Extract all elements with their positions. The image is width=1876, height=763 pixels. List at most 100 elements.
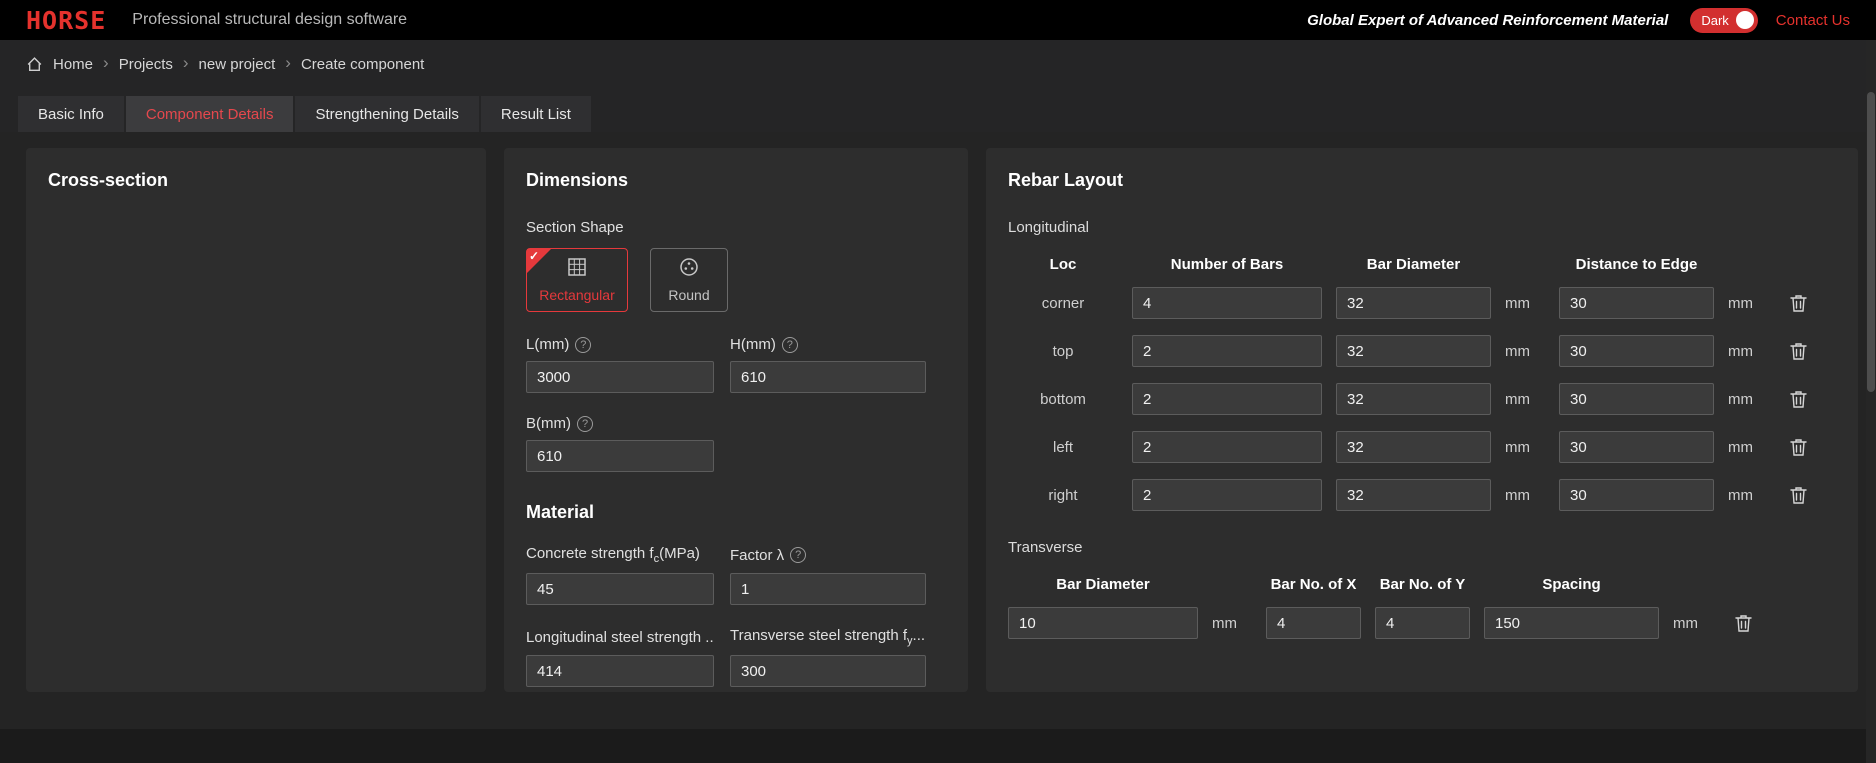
unit-mm-label: mm <box>1728 487 1768 504</box>
row-loc-label: top <box>1008 343 1118 360</box>
transverse-section-label: Transverse <box>1008 539 1836 556</box>
width-input[interactable] <box>526 440 714 472</box>
col-header-number-of-bars: Number of Bars <box>1132 256 1322 273</box>
unit-mm-label: mm <box>1673 615 1713 632</box>
distance-to-edge-input[interactable] <box>1559 287 1714 319</box>
bar-diameter-input[interactable] <box>1336 287 1491 319</box>
longitudinal-row-bottom: bottom mm mm <box>1008 383 1836 415</box>
rectangular-label: Rectangular <box>539 287 615 303</box>
theme-toggle[interactable]: Dark <box>1690 8 1757 33</box>
length-input[interactable] <box>526 361 714 393</box>
delete-row-button[interactable] <box>1782 292 1814 315</box>
transverse-steel-strength-label: Transverse steel strength fy... <box>730 627 926 647</box>
contact-us-link[interactable]: Contact Us <box>1776 12 1850 29</box>
longitudinal-steel-strength-input[interactable] <box>526 655 714 687</box>
bar-no-x-input[interactable] <box>1266 607 1361 639</box>
tab-basic-info[interactable]: Basic Info <box>18 96 124 132</box>
bar-no-y-input[interactable] <box>1375 607 1470 639</box>
bar-diameter-input[interactable] <box>1336 335 1491 367</box>
transverse-bar-diameter-input[interactable] <box>1008 607 1198 639</box>
concrete-strength-input[interactable] <box>526 573 714 605</box>
help-icon[interactable]: ? <box>577 416 593 432</box>
material-title: Material <box>526 502 946 523</box>
breadcrumb-item-create-component[interactable]: Create component <box>301 56 424 73</box>
breadcrumb-item-projects[interactable]: Projects <box>119 56 173 73</box>
longitudinal-row-left: left mm mm <box>1008 431 1836 463</box>
bar-diameter-input[interactable] <box>1336 431 1491 463</box>
tab-bar: Basic Info Component Details Strengtheni… <box>0 88 1876 132</box>
delete-row-button[interactable] <box>1782 436 1814 459</box>
delete-row-button[interactable] <box>1782 388 1814 411</box>
row-loc-label: left <box>1008 439 1118 456</box>
rebar-layout-panel: Rebar Layout Longitudinal Loc Number of … <box>986 148 1858 692</box>
theme-toggle-label: Dark <box>1701 13 1728 28</box>
unit-mm-label: mm <box>1505 295 1545 312</box>
longitudinal-table-header: Loc Number of Bars Bar Diameter Distance… <box>1008 256 1836 273</box>
tab-result-list[interactable]: Result List <box>481 96 591 132</box>
shape-round-button[interactable]: Round <box>650 248 728 312</box>
unit-mm-label: mm <box>1505 439 1545 456</box>
cross-section-title: Cross-section <box>48 170 464 191</box>
theme-toggle-knob <box>1736 11 1754 29</box>
delete-row-button[interactable] <box>1782 484 1814 507</box>
breadcrumb-item-new-project[interactable]: new project <box>199 56 276 73</box>
breadcrumb-separator: › <box>285 53 291 73</box>
height-input[interactable] <box>730 361 926 393</box>
number-of-bars-input[interactable] <box>1132 383 1322 415</box>
row-loc-label: corner <box>1008 295 1118 312</box>
help-icon[interactable]: ? <box>782 337 798 353</box>
vertical-scrollbar[interactable] <box>1866 40 1876 763</box>
col-header-bar-no-y: Bar No. of Y <box>1375 576 1470 593</box>
cross-section-panel: Cross-section <box>26 148 486 692</box>
distance-to-edge-input[interactable] <box>1559 479 1714 511</box>
transverse-steel-strength-input[interactable] <box>730 655 926 687</box>
unit-mm-label: mm <box>1505 343 1545 360</box>
distance-to-edge-input[interactable] <box>1559 431 1714 463</box>
help-icon[interactable]: ? <box>575 337 591 353</box>
col-header-bar-diameter: Bar Diameter <box>1336 256 1491 273</box>
number-of-bars-input[interactable] <box>1132 335 1322 367</box>
unit-mm-label: mm <box>1728 391 1768 408</box>
help-icon[interactable]: ? <box>790 547 806 563</box>
tab-component-details[interactable]: Component Details <box>126 96 294 132</box>
distance-to-edge-input[interactable] <box>1559 383 1714 415</box>
bar-diameter-input[interactable] <box>1336 479 1491 511</box>
unit-mm-label: mm <box>1212 615 1252 632</box>
longitudinal-steel-strength-label: Longitudinal steel strength ... <box>526 629 714 646</box>
col-header-bar-no-x: Bar No. of X <box>1266 576 1361 593</box>
factor-lambda-input[interactable] <box>730 573 926 605</box>
longitudinal-row-right: right mm mm <box>1008 479 1836 511</box>
breadcrumb-item-home[interactable]: Home <box>53 56 93 73</box>
rebar-layout-title: Rebar Layout <box>1008 170 1836 191</box>
unit-mm-label: mm <box>1728 343 1768 360</box>
home-icon[interactable] <box>26 56 43 73</box>
number-of-bars-input[interactable] <box>1132 431 1322 463</box>
width-label: B(mm) ? <box>526 415 946 432</box>
concrete-strength-label: Concrete strength fc(MPa) <box>526 545 714 565</box>
number-of-bars-input[interactable] <box>1132 287 1322 319</box>
round-label: Round <box>668 287 709 303</box>
length-label: L(mm) ? <box>526 336 714 353</box>
unit-mm-label: mm <box>1505 487 1545 504</box>
breadcrumb-separator: › <box>103 53 109 73</box>
bar-diameter-input[interactable] <box>1336 383 1491 415</box>
transverse-row: mm mm <box>1008 607 1836 639</box>
height-label: H(mm) ? <box>730 336 926 353</box>
delete-row-button[interactable] <box>1727 612 1759 635</box>
col-header-bar-diameter: Bar Diameter <box>1008 576 1198 593</box>
distance-to-edge-input[interactable] <box>1559 335 1714 367</box>
scrollbar-thumb[interactable] <box>1867 92 1875 392</box>
row-loc-label: right <box>1008 487 1118 504</box>
dimensions-title: Dimensions <box>526 170 946 191</box>
col-header-loc: Loc <box>1008 256 1118 273</box>
main-content: Cross-section Dimensions Section Shape ✓… <box>0 132 1876 729</box>
top-header: HORSE Professional structural design sof… <box>0 0 1876 40</box>
col-header-spacing: Spacing <box>1484 576 1659 593</box>
shape-rectangular-button[interactable]: ✓ Rectangular <box>526 248 628 312</box>
spacing-input[interactable] <box>1484 607 1659 639</box>
selected-check-icon: ✓ <box>529 249 539 263</box>
unit-mm-label: mm <box>1728 295 1768 312</box>
delete-row-button[interactable] <box>1782 340 1814 363</box>
number-of-bars-input[interactable] <box>1132 479 1322 511</box>
tab-strengthening-details[interactable]: Strengthening Details <box>295 96 478 132</box>
